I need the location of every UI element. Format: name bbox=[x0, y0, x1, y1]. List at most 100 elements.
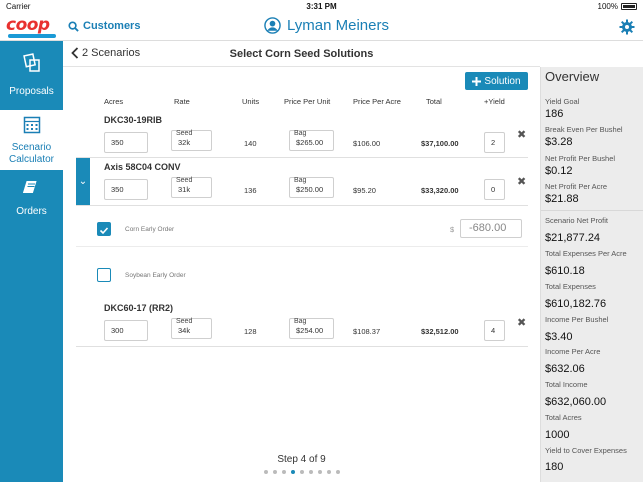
column-header-rate: Rate bbox=[174, 97, 190, 106]
page-title: Select Corn Seed Solutions bbox=[229, 48, 374, 60]
gear-icon[interactable] bbox=[619, 19, 635, 35]
overview-label: Scenario Net Profit bbox=[545, 216, 608, 225]
book-icon bbox=[22, 181, 37, 193]
overview-label: Yield Goal bbox=[545, 97, 580, 106]
product-name: Axis 58C04 CONV bbox=[104, 162, 181, 172]
page-dot[interactable] bbox=[326, 470, 331, 474]
user-profile[interactable]: Lyman Meiners bbox=[264, 17, 389, 34]
rate-value: 31k bbox=[178, 185, 191, 194]
bag-label: Bag bbox=[294, 130, 307, 137]
sidebar-label-line2: Calculator bbox=[8, 154, 55, 165]
price-per-acre-value: $95.20 bbox=[353, 186, 376, 195]
product-row: DKC60-17 (RR2) 300 Seed 34k 128 Bag $254.0… bbox=[76, 297, 528, 347]
price-unit-value: $250.00 bbox=[296, 185, 324, 194]
corn-early-order-checkbox[interactable] bbox=[97, 222, 111, 236]
discount-amount-value: -680.00 bbox=[469, 222, 507, 234]
yield-input[interactable]: 4 bbox=[484, 320, 505, 341]
rate-input[interactable]: Seed 31k bbox=[171, 177, 212, 198]
page-dot[interactable] bbox=[317, 470, 322, 474]
plus-icon bbox=[472, 76, 482, 86]
page-dot[interactable] bbox=[281, 470, 286, 474]
overview-label: Break Even Per Bushel bbox=[545, 125, 623, 134]
yield-value: 4 bbox=[491, 326, 496, 335]
overview-label: Net Profit Per Bushel bbox=[545, 154, 616, 163]
clock: 3:31 PM bbox=[306, 2, 337, 11]
overview-label: Income Per Acre bbox=[545, 347, 601, 356]
overview-label: Total Acres bbox=[545, 413, 582, 422]
total-value: $37,100.00 bbox=[421, 139, 459, 148]
price-per-unit-input[interactable]: Bag $250.00 bbox=[289, 177, 334, 198]
page-dot[interactable] bbox=[335, 470, 340, 474]
units-value: 140 bbox=[244, 139, 257, 148]
proposals-icon bbox=[22, 53, 40, 72]
sidebar-item-proposals[interactable]: Proposals bbox=[0, 49, 63, 109]
overview-value: $632,060.00 bbox=[545, 396, 607, 408]
overview-label: Net Profit Per Acre bbox=[545, 182, 608, 191]
seed-label: Seed bbox=[176, 130, 193, 137]
acres-input[interactable]: 350 bbox=[104, 132, 148, 153]
price-per-unit-input[interactable]: Bag $265.00 bbox=[289, 130, 334, 151]
rate-value: 34k bbox=[178, 326, 191, 335]
overview-value: 1000 bbox=[545, 429, 570, 441]
coop-logo[interactable]: coop bbox=[6, 15, 58, 39]
customers-button[interactable]: Customers bbox=[68, 20, 140, 32]
price-unit-value: $254.00 bbox=[296, 326, 324, 335]
acres-input[interactable]: 300 bbox=[104, 320, 148, 341]
overview-title: Overview bbox=[545, 69, 600, 84]
add-solution-label: Solution bbox=[484, 75, 521, 87]
sidebar: Proposals Scenario Calculator Orders bbox=[0, 41, 63, 482]
overview-value: $632.06 bbox=[545, 363, 585, 375]
overview-label: Total Expenses Per Acre bbox=[545, 249, 627, 258]
sidebar-item-scenario-calculator[interactable]: Scenario Calculator bbox=[0, 110, 63, 170]
soybean-early-order-checkbox[interactable] bbox=[97, 268, 111, 282]
acres-value: 300 bbox=[111, 326, 124, 335]
overview-label: Total Income bbox=[545, 380, 588, 389]
close-icon: ✖ bbox=[517, 317, 527, 329]
page-dots bbox=[63, 470, 540, 474]
battery-icon bbox=[621, 3, 637, 11]
calculator-icon bbox=[23, 116, 40, 134]
column-header-units: Units bbox=[242, 97, 260, 106]
logo-swoosh bbox=[8, 34, 56, 38]
currency-symbol: $ bbox=[450, 225, 455, 234]
bag-label: Bag bbox=[294, 318, 307, 325]
product-row: DKC30-19RIB 350 Seed 32k 140 Bag $265.00 $… bbox=[76, 108, 528, 158]
overview-value: $21,877.24 bbox=[545, 232, 601, 244]
overview-label: Total Expenses bbox=[545, 282, 596, 291]
remove-row-button[interactable]: ✖ bbox=[517, 175, 526, 188]
remove-row-button[interactable]: ✖ bbox=[517, 128, 526, 141]
logo-text: coop bbox=[6, 15, 50, 35]
carrier-label: Carrier bbox=[6, 2, 31, 11]
rate-input[interactable]: Seed 34k bbox=[171, 318, 212, 339]
column-header-yield: +Yield bbox=[484, 97, 505, 106]
rate-input[interactable]: Seed 32k bbox=[171, 130, 212, 151]
price-per-unit-input[interactable]: Bag $254.00 bbox=[289, 318, 334, 339]
units-value: 128 bbox=[244, 327, 257, 336]
page-dot-active[interactable] bbox=[290, 470, 295, 474]
seed-label: Seed bbox=[176, 318, 193, 325]
column-header-total: Total bbox=[426, 97, 442, 106]
page-dot[interactable] bbox=[263, 470, 268, 474]
yield-input[interactable]: 2 bbox=[484, 132, 505, 153]
column-header-price-per-unit: Price Per Unit bbox=[284, 97, 331, 106]
page-dot[interactable] bbox=[299, 470, 304, 474]
sidebar-item-orders[interactable]: Orders bbox=[0, 171, 63, 231]
discount-amount-input[interactable]: -680.00 bbox=[460, 219, 522, 238]
page-dot[interactable] bbox=[272, 470, 277, 474]
column-header-acres: Acres bbox=[104, 97, 124, 106]
overview-value: 180 bbox=[545, 461, 564, 473]
page-dot[interactable] bbox=[308, 470, 313, 474]
close-icon: ✖ bbox=[517, 176, 527, 188]
overview-value: $0.12 bbox=[545, 165, 573, 177]
price-per-acre-value: $108.37 bbox=[353, 327, 381, 336]
acres-input[interactable]: 350 bbox=[104, 179, 148, 200]
yield-input[interactable]: 0 bbox=[484, 179, 505, 200]
remove-row-button[interactable]: ✖ bbox=[517, 316, 526, 329]
checkmark-icon bbox=[99, 227, 109, 235]
acres-value: 350 bbox=[111, 138, 124, 147]
discount-label: Soybean Early Order bbox=[125, 272, 186, 279]
top-bar: coop Customers Lyman Meiners bbox=[0, 13, 643, 41]
acres-value: 350 bbox=[111, 185, 124, 194]
product-row: Axis 58C04 CONV 350 Seed 31k 136 Bag $250.… bbox=[76, 158, 528, 206]
add-solution-button[interactable]: Solution bbox=[465, 72, 528, 90]
